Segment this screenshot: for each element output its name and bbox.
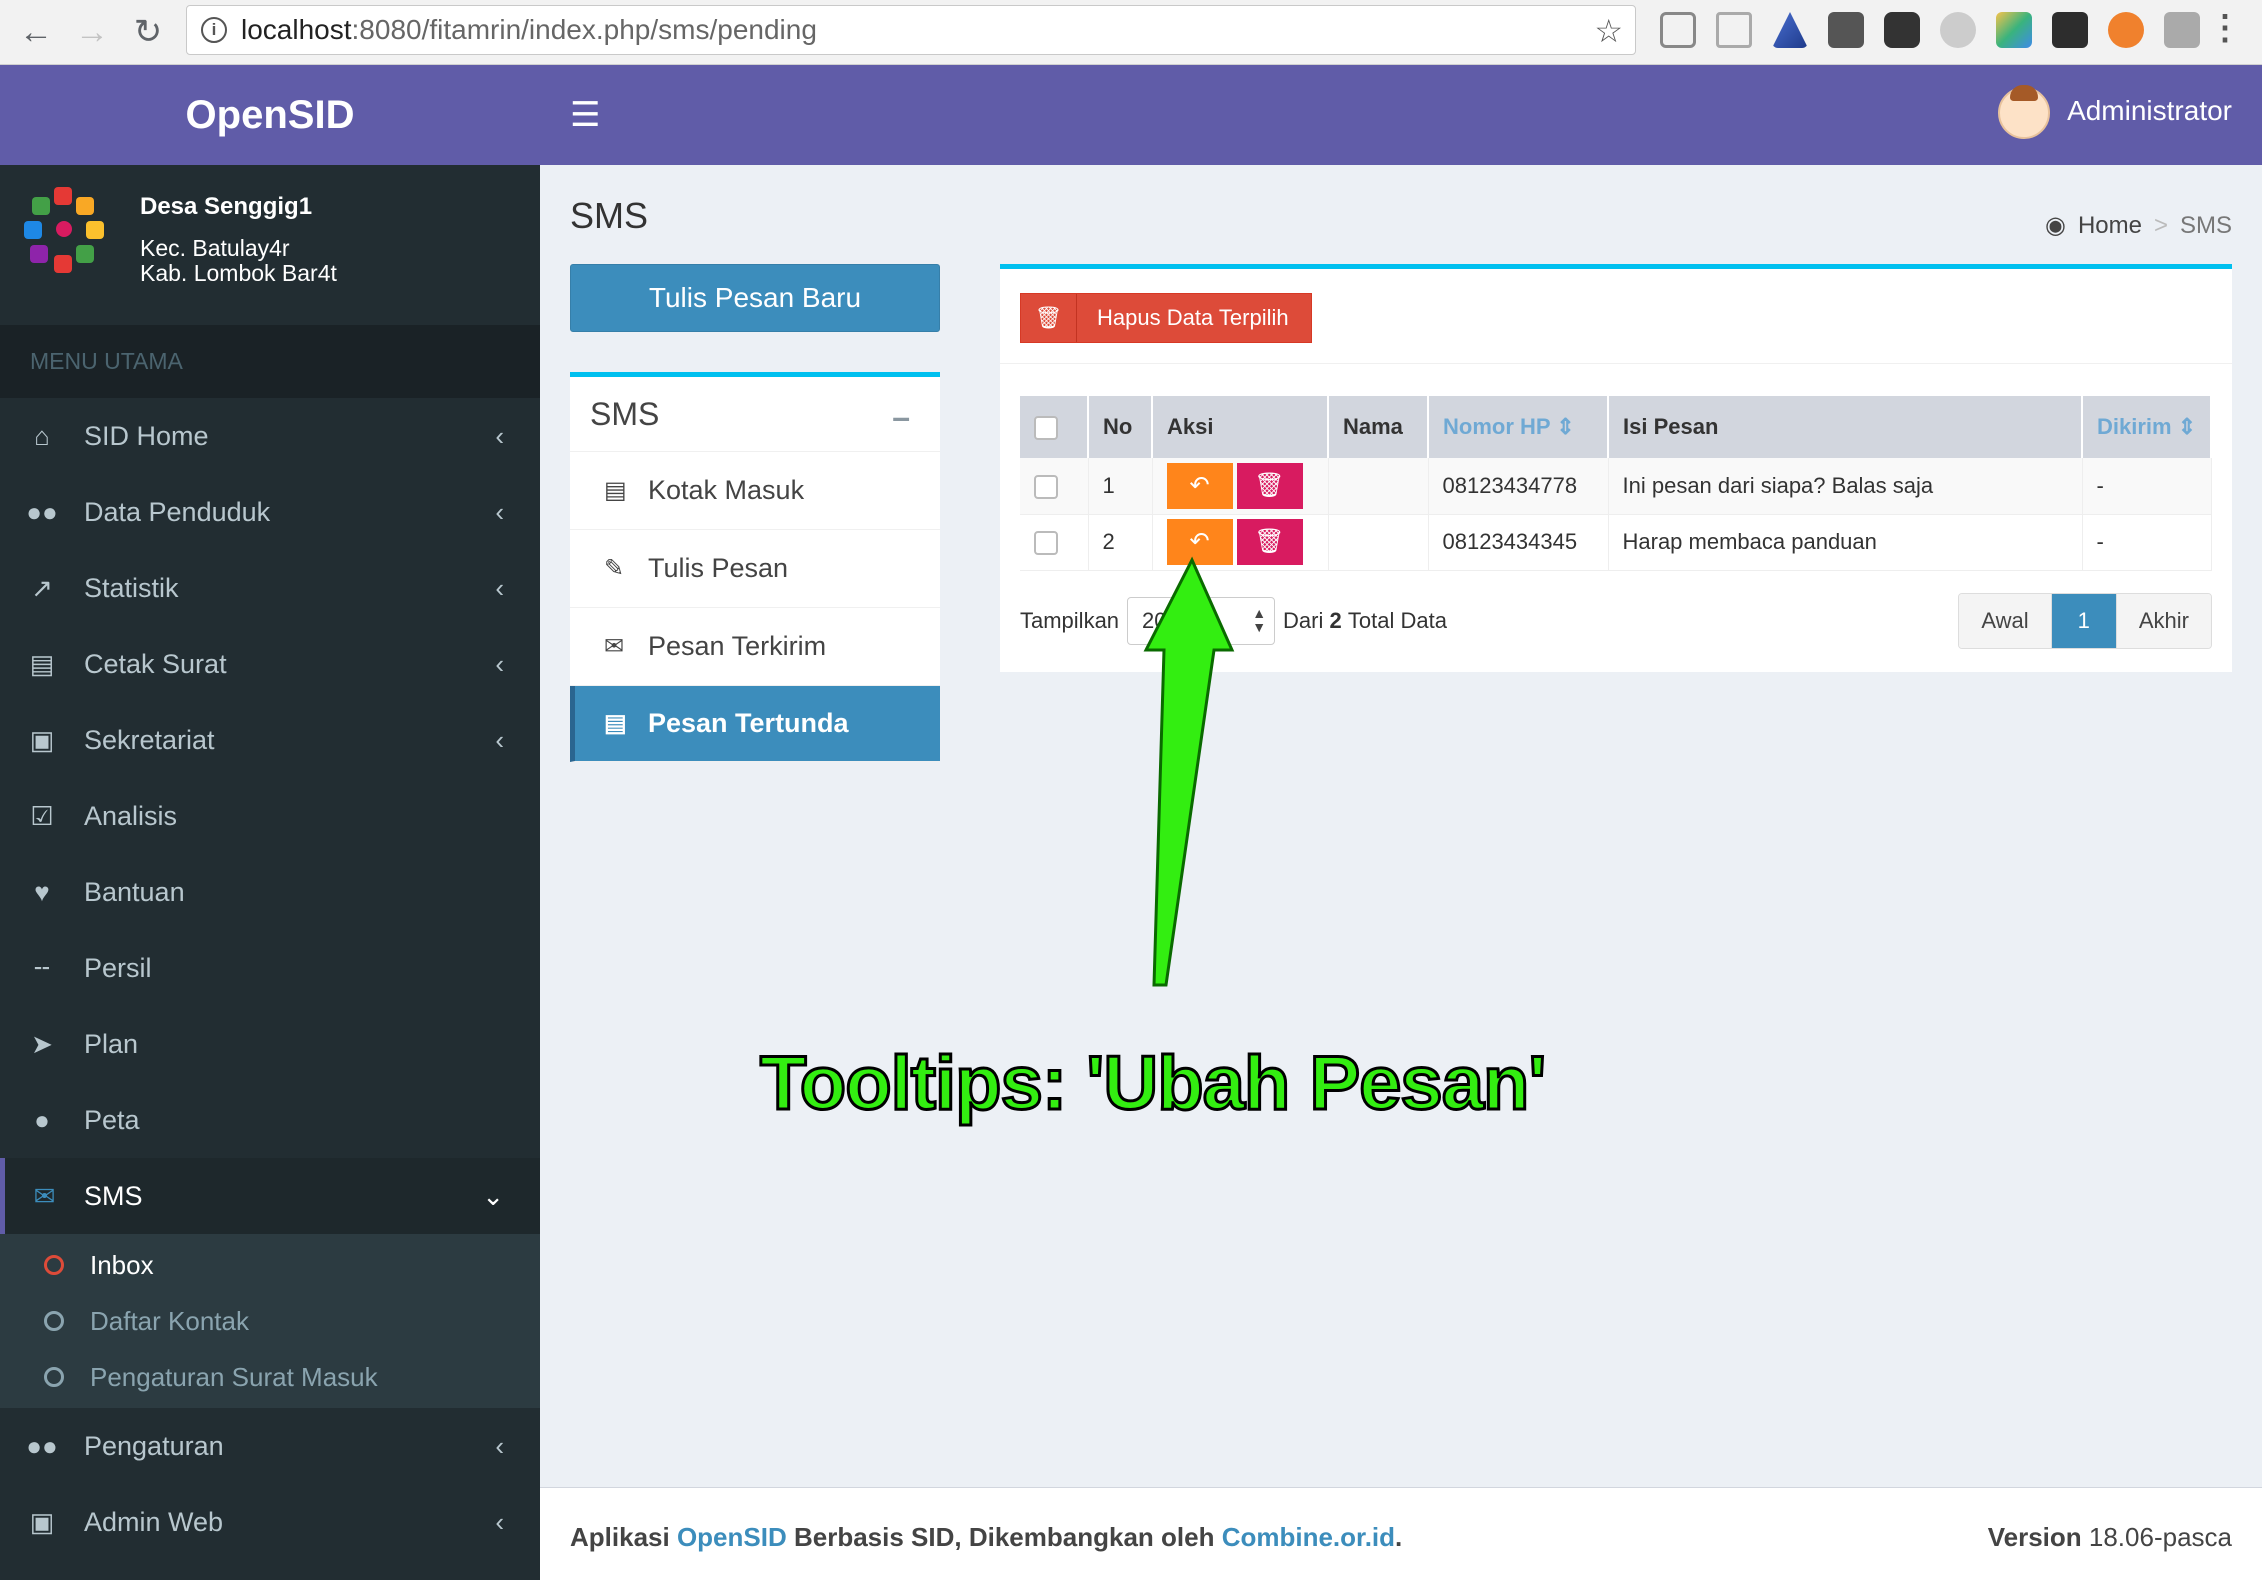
annotation-arrow-shape [1143, 556, 1235, 987]
version-value: 18.06-pasca [2088, 1522, 2232, 1552]
version-label: Version [1987, 1522, 2082, 1552]
annotation-arrow [1143, 556, 1235, 987]
footer-app-link[interactable]: OpenSID [677, 1522, 787, 1552]
footer-version: Version 18.06-pasca [1988, 1522, 2232, 1553]
annotation-text: Tooltips: 'Ubah Pesan' [758, 1040, 1547, 1128]
footer-prefix: Aplikasi [570, 1522, 670, 1552]
footer-middle: Berbasis SID, Dikembangkan oleh [793, 1522, 1215, 1552]
footer-credit: Aplikasi OpenSID Berbasis SID, Dikembang… [570, 1522, 1402, 1553]
footer-org-link[interactable]: Combine.or.id [1222, 1522, 1395, 1552]
footer-end: . [1395, 1522, 1403, 1552]
footer: Aplikasi OpenSID Berbasis SID, Dikembang… [540, 1487, 2262, 1580]
